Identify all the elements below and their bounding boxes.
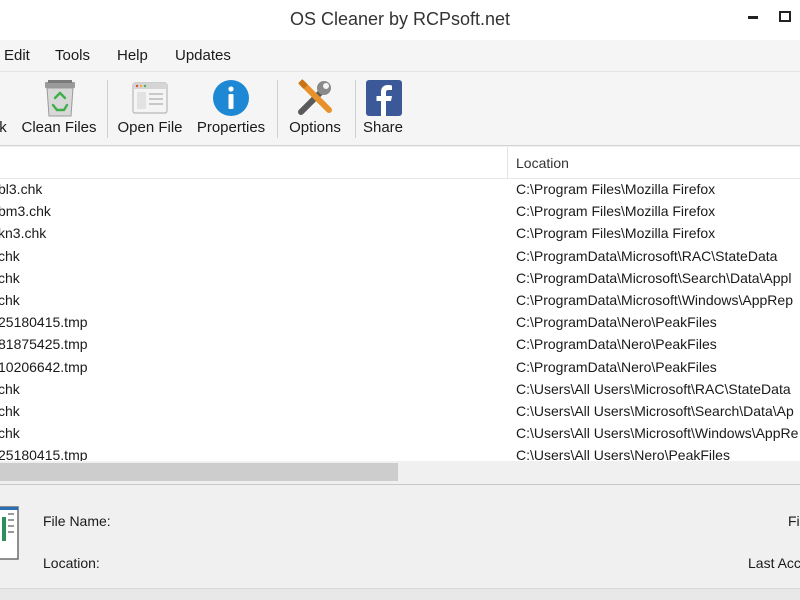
details-panel: File Name: Location: Fil Last Acc (0, 484, 800, 588)
table-row[interactable]: 25180415.tmp C:\ProgramData\Nero\PeakFile… (0, 312, 800, 334)
row-file-name: bm3.chk (0, 203, 51, 220)
file-list[interactable]: Location bl3.chk C:\Program Files\Mozilla… (0, 147, 800, 483)
toolbar: k Clean Files Open File Properties Optio… (0, 72, 800, 146)
open-file-button[interactable]: Open File (112, 72, 188, 146)
table-row[interactable]: chk C:\ProgramData\Microsoft\RAC\StateDat… (0, 246, 800, 268)
clean-files-label: Clean Files (21, 119, 97, 136)
row-file-name: 81875425.tmp (0, 336, 88, 353)
info-icon (213, 80, 249, 116)
toolbar-separator (107, 80, 108, 138)
properties-button[interactable]: Properties (193, 72, 269, 146)
table-row[interactable]: kn3.chk C:\Program Files\Mozilla Firefox (0, 223, 800, 245)
row-file-name: 10206642.tmp (0, 358, 88, 375)
minimize-button[interactable]: ▬ (748, 6, 758, 22)
list-rows: bl3.chk C:\Program Files\Mozilla Firefox … (0, 179, 800, 467)
window-title: OS Cleaner by RCPsoft.net (289, 9, 511, 29)
location-label: Location: (43, 555, 100, 571)
title-bar: OS Cleaner by RCPsoft.net ▬ (0, 0, 800, 40)
clean-files-button[interactable]: Clean Files (20, 72, 98, 146)
row-location: C:\Program Files\Mozilla Firefox (516, 203, 716, 220)
table-row[interactable]: chk C:\ProgramData\Microsoft\Windows\AppR… (0, 290, 800, 312)
row-location: C:\ProgramData\Nero\PeakFiles (516, 336, 717, 353)
options-button[interactable]: Options (283, 72, 347, 146)
list-header: Location (0, 147, 800, 179)
tools-icon (298, 79, 332, 115)
row-file-name: chk (0, 291, 20, 308)
toolbar-separator (355, 80, 356, 138)
options-label: Options (289, 119, 341, 136)
toolbar-partial-label: k (0, 119, 7, 136)
window-icon (132, 82, 168, 114)
status-bar (0, 588, 800, 600)
menu-bar: Edit Tools Help Updates (0, 40, 800, 72)
table-row[interactable]: chk C:\Users\All Users\Microsoft\Search\D… (0, 401, 800, 423)
menu-tools[interactable]: Tools (55, 47, 90, 64)
column-divider[interactable] (507, 147, 508, 179)
table-row[interactable]: 81875425.tmp C:\ProgramData\Nero\PeakFile… (0, 334, 800, 356)
row-file-name: kn3.chk (0, 225, 47, 242)
horizontal-scrollbar[interactable] (0, 461, 800, 483)
row-file-name: chk (0, 247, 20, 264)
row-file-name: bl3.chk (0, 181, 43, 197)
row-location: C:\Program Files\Mozilla Firefox (516, 181, 716, 197)
document-icon (0, 506, 19, 560)
row-file-name: chk (0, 269, 20, 286)
row-location: C:\ProgramData\Nero\PeakFiles (516, 358, 717, 375)
menu-help[interactable]: Help (117, 47, 148, 64)
table-row[interactable]: chk C:\Users\All Users\Microsoft\RAC\Stat… (0, 379, 800, 401)
menu-edit[interactable]: Edit (4, 47, 30, 64)
toolbar-button-partial[interactable]: k (0, 72, 10, 146)
share-button[interactable]: Share (360, 72, 406, 146)
row-file-name: chk (0, 380, 20, 397)
recycle-bin-icon (45, 80, 75, 117)
table-row[interactable]: chk C:\ProgramData\Microsoft\Search\Data\… (0, 268, 800, 290)
column-header-location[interactable]: Location (516, 155, 569, 171)
row-location: C:\ProgramData\Microsoft\Windows\AppRep (516, 291, 793, 308)
row-file-name: chk (0, 402, 20, 419)
share-label: Share (362, 119, 404, 136)
row-file-name: chk (0, 425, 20, 442)
file-name-label: File Name: (43, 513, 111, 529)
table-row[interactable]: chk C:\Users\All Users\Microsoft\Windows\… (0, 423, 800, 445)
row-location: C:\Users\All Users\Microsoft\RAC\StateDa… (516, 380, 791, 397)
minimize-icon: ▬ (748, 11, 758, 22)
menu-updates[interactable]: Updates (175, 47, 231, 64)
row-location: C:\ProgramData\Nero\PeakFiles (516, 314, 717, 331)
scrollbar-thumb[interactable] (0, 463, 398, 481)
row-location: C:\Users\All Users\Microsoft\Search\Data… (516, 402, 794, 419)
row-location: C:\ProgramData\Microsoft\Search\Data\App… (516, 269, 792, 286)
facebook-icon (366, 80, 402, 116)
table-row[interactable]: 10206642.tmp C:\ProgramData\Nero\PeakFile… (0, 357, 800, 379)
last-accessed-label: Last Acc (748, 555, 800, 571)
maximize-button[interactable] (779, 11, 791, 22)
toolbar-separator (277, 80, 278, 138)
row-file-name: 25180415.tmp (0, 314, 88, 331)
table-row[interactable]: bm3.chk C:\Program Files\Mozilla Firefox (0, 201, 800, 223)
row-location: C:\ProgramData\Microsoft\RAC\StateData (516, 247, 778, 264)
table-row[interactable]: bl3.chk C:\Program Files\Mozilla Firefox (0, 179, 800, 201)
row-location: C:\Users\All Users\Microsoft\Windows\App… (516, 425, 799, 442)
row-location: C:\Program Files\Mozilla Firefox (516, 225, 716, 242)
file-size-label: Fil (788, 513, 800, 529)
open-file-label: Open File (117, 119, 183, 136)
properties-label: Properties (196, 119, 266, 136)
